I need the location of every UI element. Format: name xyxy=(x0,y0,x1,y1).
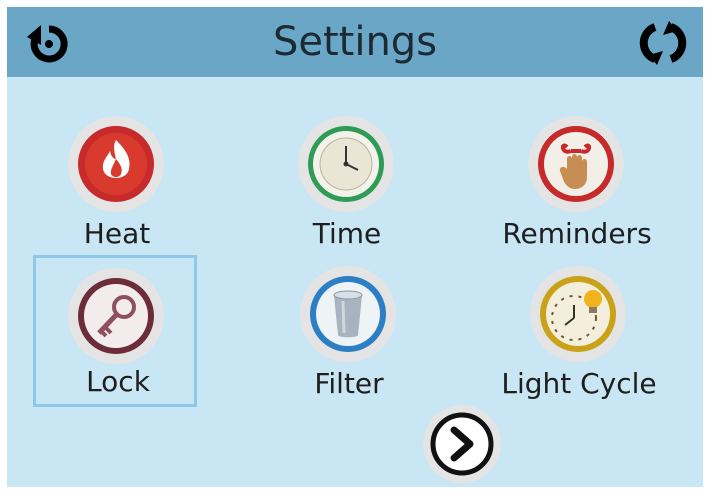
key-icon xyxy=(67,267,165,365)
reminders-tile[interactable]: Reminders xyxy=(497,107,657,257)
filter-tile[interactable]: Filter xyxy=(269,257,429,407)
flame-icon xyxy=(67,115,165,213)
refresh-button[interactable] xyxy=(635,21,687,65)
time-tile[interactable]: Time xyxy=(267,107,427,257)
light-cycle-tile[interactable]: Light Cycle xyxy=(499,257,659,407)
lock-label: Lock xyxy=(86,365,150,398)
page-title: Settings xyxy=(272,19,438,65)
filter-icon xyxy=(299,265,397,363)
reminders-label: Reminders xyxy=(502,217,652,250)
reminder-hand-icon xyxy=(527,115,625,213)
lock-tile[interactable]: Lock xyxy=(33,255,197,407)
header-bar: Settings xyxy=(7,7,703,77)
light-cycle-label: Light Cycle xyxy=(501,367,657,400)
back-arrow-icon xyxy=(27,25,68,63)
next-page-button[interactable] xyxy=(422,404,502,484)
filter-label: Filter xyxy=(314,367,384,400)
heat-label: Heat xyxy=(83,217,151,250)
back-button[interactable] xyxy=(25,21,73,65)
heat-tile[interactable]: Heat xyxy=(37,107,197,257)
time-label: Time xyxy=(312,217,382,250)
chevron-right-icon xyxy=(423,405,501,483)
clock-icon xyxy=(297,115,395,213)
settings-screen: Settings Heat Time Reminders Lock Filter… xyxy=(7,7,703,487)
refresh-icon xyxy=(639,21,687,65)
light-cycle-icon xyxy=(529,265,627,363)
